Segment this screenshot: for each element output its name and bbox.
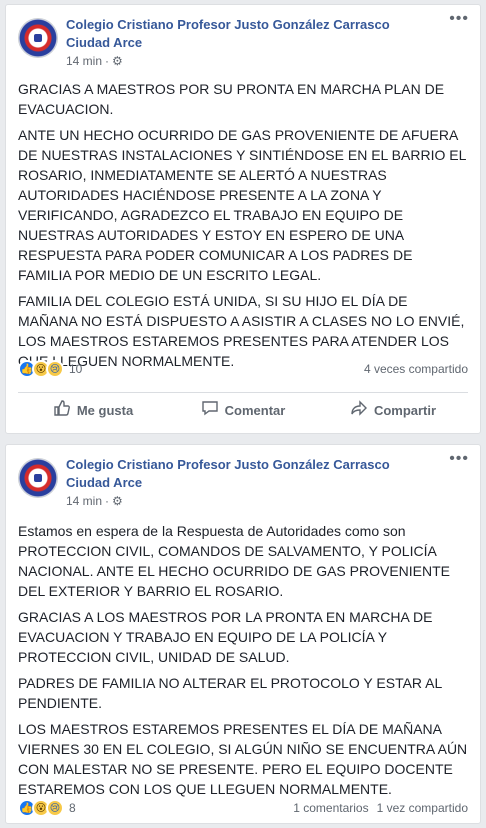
timestamp[interactable]: 14 min <box>66 54 102 68</box>
author-name[interactable]: Colegio Cristiano Profesor Justo Gonzále… <box>66 456 426 492</box>
post-card: Colegio Cristiano Profesor Justo Gonzále… <box>5 444 481 824</box>
timestamp[interactable]: 14 min <box>66 494 102 508</box>
reactions-summary[interactable]: 👍 😮 😢 8 <box>18 799 76 817</box>
share-count[interactable]: 4 veces compartido <box>364 362 468 376</box>
comment-button[interactable]: Comentar <box>168 399 318 422</box>
share-button[interactable]: Compartir <box>318 399 468 422</box>
gear-icon[interactable]: ⚙ <box>112 494 123 508</box>
share-label: Compartir <box>373 403 437 418</box>
post-paragraph: PADRES DE FAMILIA NO ALTERAR EL PROTOCOL… <box>18 675 442 711</box>
post-header: Colegio Cristiano Profesor Justo Gonzále… <box>6 5 480 73</box>
reaction-count[interactable]: 10 <box>69 362 82 376</box>
author-name[interactable]: Colegio Cristiano Profesor Justo Gonzále… <box>66 16 426 52</box>
share-count[interactable]: 1 vez compartido <box>377 801 468 815</box>
post-paragraph: LOS MAESTROS ESTAREMOS PRESENTES EL DÍA … <box>18 721 468 797</box>
post-card: Colegio Cristiano Profesor Justo Gonzále… <box>5 4 481 434</box>
more-options-icon[interactable]: ••• <box>449 451 469 467</box>
post-header: Colegio Cristiano Profesor Justo Gonzále… <box>6 445 480 513</box>
page-avatar[interactable] <box>18 458 58 498</box>
post-text: GRACIAS A MAESTROS POR SU PRONTA EN MARC… <box>6 73 480 371</box>
action-bar: Me gusta Comentar Compartir <box>18 392 468 428</box>
post-paragraph: GRACIAS A LOS MAESTROS POR LA PRONTA EN … <box>18 609 433 665</box>
comment-count[interactable]: 1 comentarios <box>293 801 368 815</box>
reactions-summary[interactable]: 👍 😮 😢 10 <box>18 360 82 378</box>
reaction-count[interactable]: 8 <box>69 801 76 815</box>
post-meta: 14 min · ⚙ <box>66 494 123 508</box>
page-avatar[interactable] <box>18 18 58 58</box>
comment-icon <box>201 399 219 422</box>
comment-label: Comentar <box>224 403 286 418</box>
share-icon <box>350 399 368 422</box>
sad-face-icon: 😢 <box>46 799 64 817</box>
post-paragraph: ANTE UN HECHO OCURRIDO DE GAS PROVENIENT… <box>18 127 466 283</box>
thumbs-up-icon <box>53 399 71 422</box>
post-paragraph: Estamos en espera de la Respuesta de Aut… <box>18 523 451 599</box>
like-label: Me gusta <box>76 403 134 418</box>
post-paragraph: GRACIAS A MAESTROS POR SU PRONTA EN MARC… <box>18 81 445 117</box>
sad-face-icon: 😢 <box>46 360 64 378</box>
post-text: Estamos en espera de la Respuesta de Aut… <box>6 513 480 799</box>
post-stats: 👍 😮 😢 8 1 comentarios 1 vez compartido <box>18 796 468 820</box>
more-options-icon[interactable]: ••• <box>449 11 469 27</box>
post-stats: 👍 😮 😢 10 4 veces compartido <box>18 357 468 381</box>
gear-icon[interactable]: ⚙ <box>112 54 123 68</box>
like-button[interactable]: Me gusta <box>18 399 168 422</box>
post-meta: 14 min · ⚙ <box>66 54 123 68</box>
